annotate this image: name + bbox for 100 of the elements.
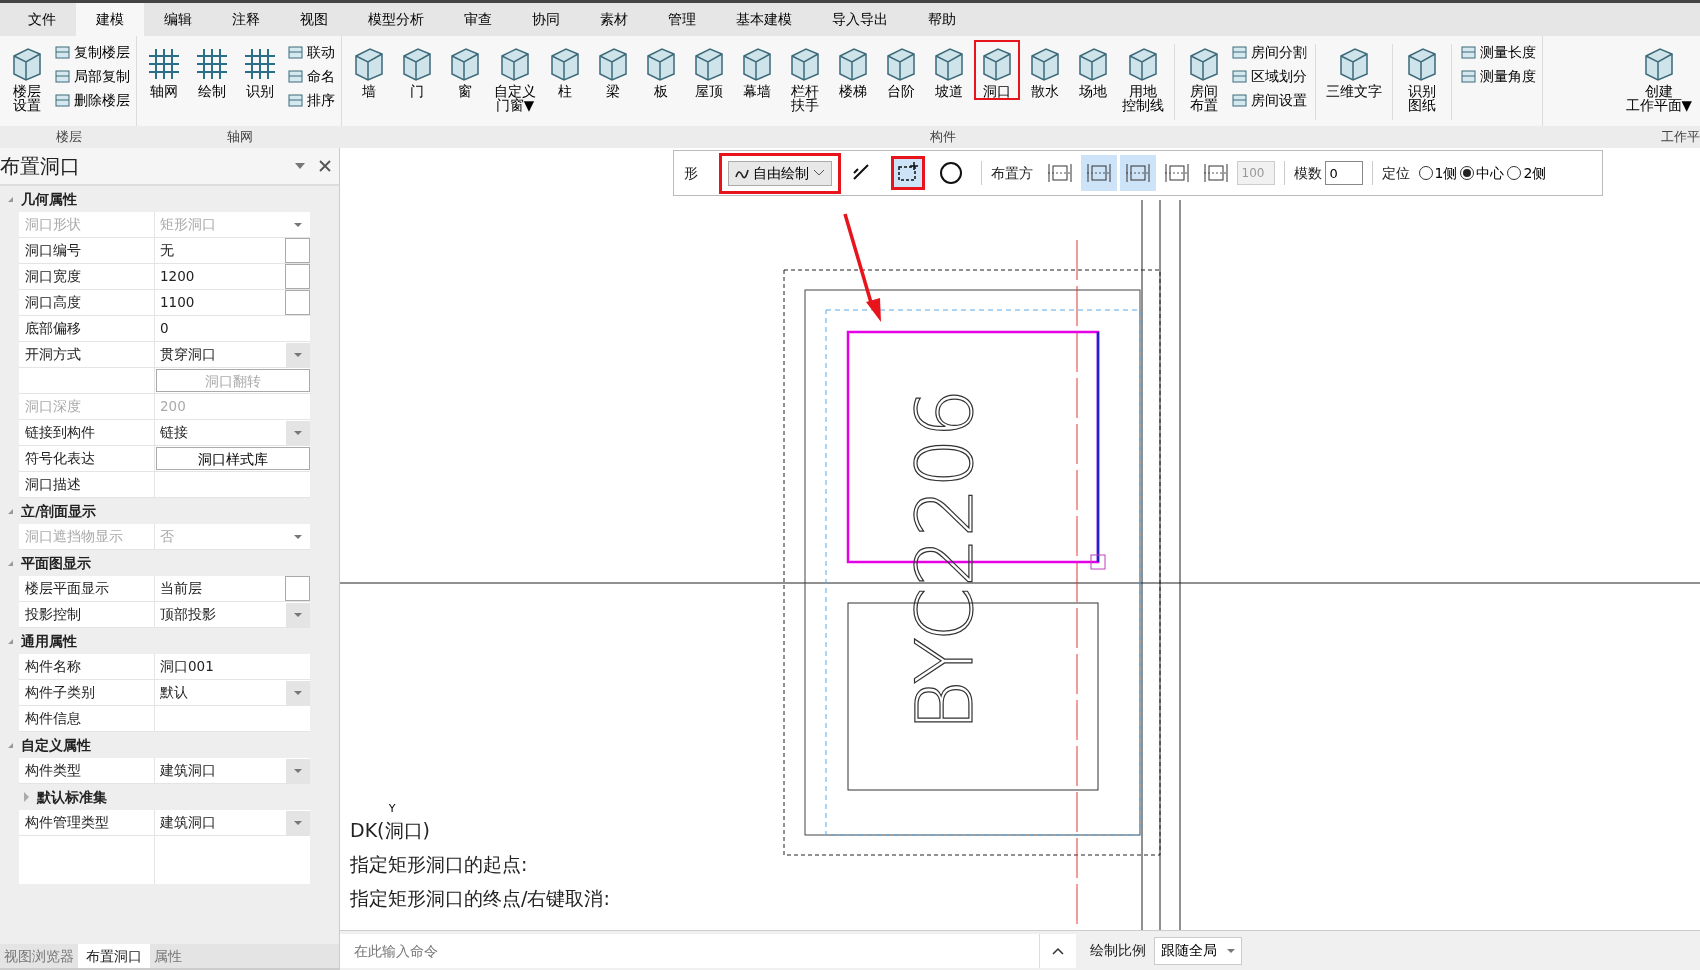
property-value[interactable]: 建筑洞口 [160, 760, 216, 781]
radio-option[interactable]: 1侧 [1418, 162, 1458, 184]
panel-tab[interactable]: 属性 [150, 944, 186, 968]
radio-option[interactable]: 中心 [1460, 162, 1505, 184]
menu-tab[interactable]: 视图 [280, 3, 348, 36]
property-label: 构件管理类型 [19, 810, 155, 835]
ribbon-small-button[interactable]: 删除楼层 [52, 88, 132, 112]
ribbon-button[interactable]: 洞口 [974, 40, 1020, 101]
placement-label: 布置方 [990, 163, 1033, 183]
ribbon-button[interactable]: 板 [638, 40, 684, 101]
property-label: 构件名称 [19, 654, 155, 679]
property-label: 洞口形状 [19, 212, 155, 237]
ribbon-small-button[interactable]: 命名 [285, 64, 337, 88]
panel-tab[interactable]: 布置洞口 [78, 944, 150, 968]
menu-tab[interactable]: 管理 [648, 3, 716, 36]
panel-title: 布置洞口 [0, 153, 80, 180]
property-label: 投影控制 [19, 602, 155, 627]
menu-tab[interactable]: 注释 [212, 3, 280, 36]
group-label: 楼层 [55, 129, 82, 144]
ribbon-button[interactable]: 柱 [542, 40, 588, 101]
panel-tab[interactable]: 视图浏览器 [0, 944, 78, 968]
command-field[interactable]: 在此输入命令 [340, 933, 1040, 968]
property-label: 构件子类别 [19, 680, 155, 705]
scale-dropdown[interactable]: 跟随全局 [1154, 936, 1242, 965]
ribbon-button[interactable]: 散水 [1022, 40, 1068, 101]
group-label: 构件 [929, 129, 956, 144]
ribbon-button[interactable]: 坡道 [926, 40, 972, 101]
ribbon-small-button[interactable]: 测量角度 [1458, 64, 1538, 88]
menu-tab[interactable]: 导入导出 [812, 3, 908, 36]
property-value[interactable]: 1200 [160, 266, 195, 287]
section-title: 通用属性 [21, 631, 77, 651]
ribbon-small-button[interactable]: 房间分割 [1229, 40, 1309, 64]
property-value[interactable]: 1100 [160, 292, 195, 313]
ribbon-small-button[interactable]: 联动 [285, 40, 337, 64]
ribbon-small-button[interactable]: 复制楼层 [52, 40, 132, 64]
menu-tab[interactable]: 帮助 [908, 3, 976, 36]
ribbon-button[interactable]: 创建 工作平面▼ [1621, 40, 1696, 115]
ribbon-button[interactable]: 窗 [442, 40, 488, 101]
property-label: 链接到构件 [19, 420, 155, 445]
ribbon-button[interactable]: 门 [394, 40, 440, 101]
shape-label: 形 [684, 163, 698, 183]
ribbon-small-button[interactable]: 局部复制 [52, 64, 132, 88]
ribbon-button[interactable]: 墙 [346, 40, 392, 101]
ribbon-button[interactable]: 梁 [590, 40, 636, 101]
ribbon-button[interactable]: 屋顶 [686, 40, 732, 101]
menu-tab[interactable]: 素材 [580, 3, 648, 36]
menu-tab[interactable]: 协同 [512, 3, 580, 36]
ribbon-small-button[interactable]: 区域划分 [1229, 64, 1309, 88]
property-value[interactable]: 顶部投影 [160, 604, 216, 625]
ribbon-button[interactable]: 自定义 门窗▼ [490, 40, 540, 115]
ribbon-button[interactable]: 用地 控制线 [1118, 40, 1168, 115]
command-output: 指定矩形洞口的起点: [350, 852, 529, 876]
property-value[interactable]: 0 [160, 318, 169, 339]
ribbon-button[interactable]: 轴网 [141, 40, 187, 101]
property-label: 符号化表达 [19, 446, 155, 471]
modulus-label: 模数 [1293, 163, 1322, 183]
property-value[interactable]: 链接 [160, 422, 188, 443]
ribbon-button[interactable]: 场地 [1070, 40, 1116, 101]
ribbon-button[interactable]: 楼梯 [830, 40, 876, 101]
group-label: 轴网 [226, 129, 253, 144]
property-value[interactable]: 建筑洞口 [160, 812, 216, 833]
group-label: 工作平 [1661, 129, 1700, 144]
ribbon-button[interactable]: 栏杆 扶手 [782, 40, 828, 115]
menu-tab[interactable]: 文件 [8, 3, 76, 36]
ribbon-button[interactable]: 识别 图纸 [1399, 40, 1445, 115]
menu-tab[interactable]: 审查 [444, 3, 512, 36]
property-value[interactable]: 默认 [160, 682, 188, 703]
ribbon-small-button[interactable]: 房间设置 [1229, 88, 1309, 112]
property-label: 洞口高度 [19, 290, 155, 315]
ribbon-button[interactable]: 幕墙 [734, 40, 780, 101]
radio-option[interactable]: 2侧 [1507, 162, 1547, 184]
ribbon-button[interactable]: 房间 布置 [1181, 40, 1227, 115]
ribbon-button[interactable]: 三维文字 [1322, 40, 1386, 101]
property-button[interactable]: 洞口样式库 [156, 447, 310, 470]
section-title: 平面图显示 [21, 553, 91, 573]
position-label: 定位 [1381, 163, 1410, 183]
property-label: 开洞方式 [19, 342, 155, 367]
property-value[interactable]: 洞口001 [160, 656, 214, 677]
ribbon-button[interactable]: 绘制 [189, 40, 235, 101]
property-label: 构件类型 [19, 758, 155, 783]
property-label: 构件信息 [19, 706, 155, 731]
drawing-label: BYC2206 [900, 388, 990, 732]
property-value[interactable]: 无 [160, 240, 174, 261]
ribbon-button[interactable]: 识别 [237, 40, 283, 101]
modulus-field[interactable]: 0 [1324, 161, 1363, 185]
property-label: 洞口描述 [19, 472, 155, 497]
ribbon-button[interactable]: 台阶 [878, 40, 924, 101]
menu-tab[interactable]: 模型分析 [348, 3, 444, 36]
ribbon-small-button[interactable]: 测量长度 [1458, 40, 1538, 64]
property-label: 洞口遮挡物显示 [19, 524, 155, 549]
property-value[interactable]: 贯穿洞口 [160, 344, 216, 365]
ribbon-small-button[interactable]: 排序 [285, 88, 337, 112]
menu-tab[interactable]: 基本建模 [716, 3, 812, 36]
menu-tab[interactable]: 编辑 [144, 3, 212, 36]
property-value[interactable]: 当前层 [160, 578, 202, 599]
axis-label: Y [388, 802, 396, 815]
ribbon-button[interactable]: 楼层 设置 [4, 40, 50, 115]
mode-dropdown[interactable]: 自由绘制 [719, 152, 841, 194]
property-label: 洞口编号 [19, 238, 155, 263]
menu-tab[interactable]: 建模 [76, 3, 144, 36]
